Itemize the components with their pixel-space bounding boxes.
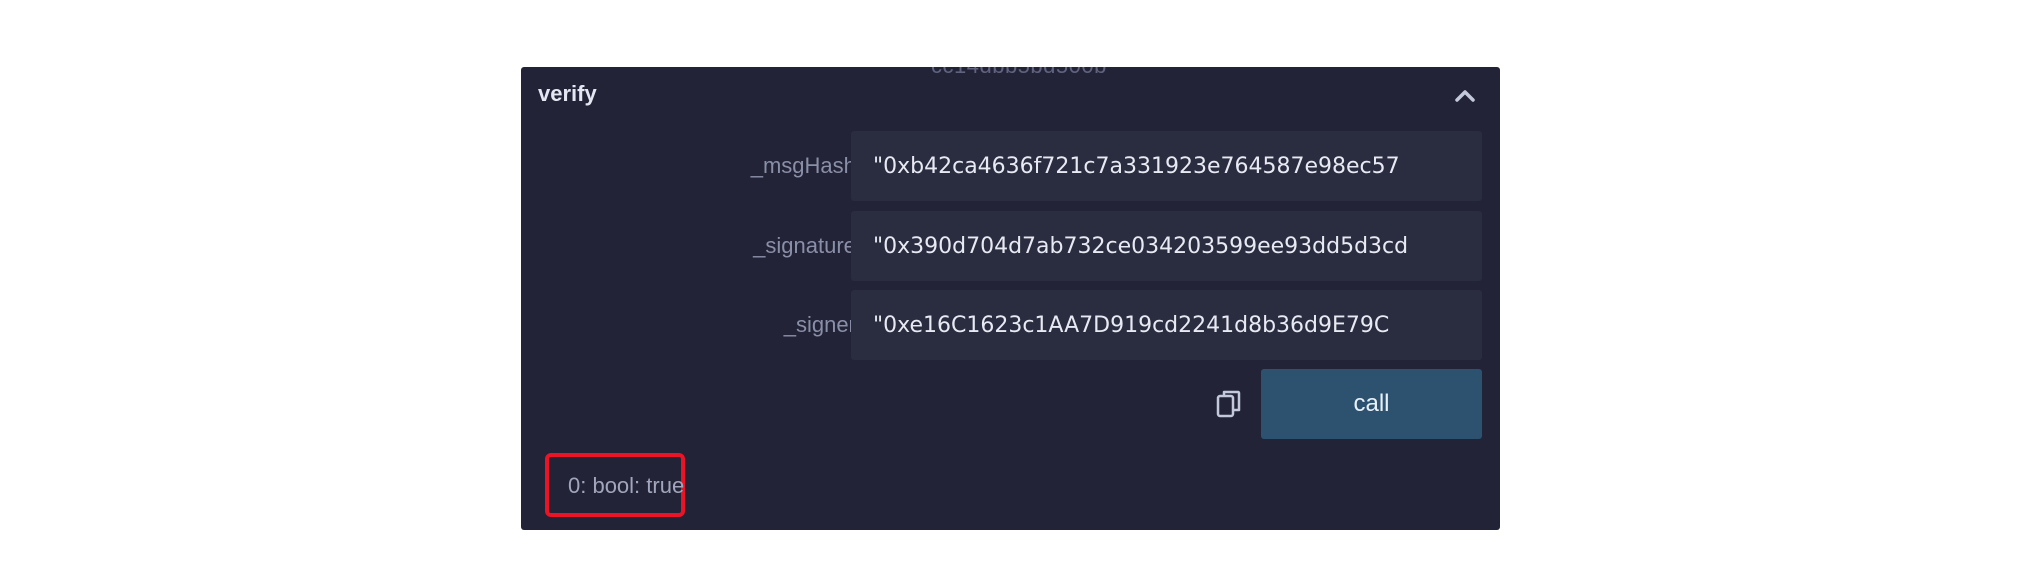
result-highlight: 0: bool: true: [545, 453, 685, 517]
param-label-msghash: _msgHash:: [750, 153, 862, 178]
param-row-signer: _signer:: [521, 290, 1500, 360]
param-row-signature: _signature:: [521, 211, 1500, 281]
function-panel: cc14dbb5bd500b verify _msgHash: _signatu…: [521, 67, 1500, 530]
function-name: verify: [538, 81, 597, 106]
result-output: 0: bool: true: [568, 473, 685, 498]
previous-output-text: cc14dbb5bd500b: [931, 67, 1107, 79]
param-row-msghash: _msgHash:: [521, 131, 1500, 201]
copy-icon[interactable]: [1216, 389, 1242, 419]
call-button[interactable]: call: [1261, 369, 1482, 439]
msghash-input[interactable]: [851, 131, 1482, 201]
signature-input[interactable]: [851, 211, 1482, 281]
param-label-signature: _signature:: [753, 233, 862, 258]
signer-input[interactable]: [851, 290, 1482, 360]
collapse-button[interactable]: [1452, 83, 1478, 109]
chevron-up-icon: [1455, 90, 1475, 102]
